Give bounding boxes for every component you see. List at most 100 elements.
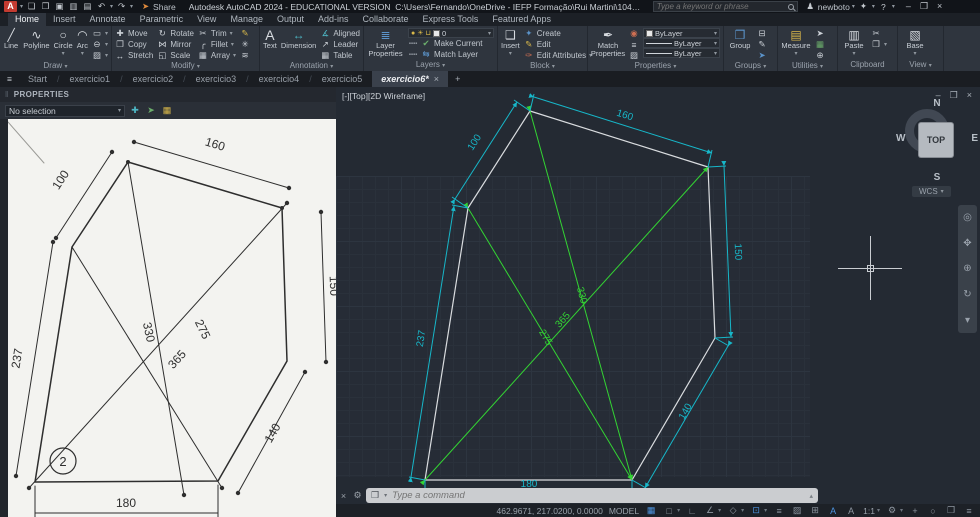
create-block-button[interactable]: ✦ Create (524, 28, 592, 39)
panel-title-clipboard[interactable]: Clipboard (838, 60, 897, 71)
search-icon[interactable] (787, 3, 794, 10)
command-recent-dropdown-icon[interactable]: ▾ (384, 492, 387, 499)
annotation-scale-button[interactable]: 1:1 (863, 506, 875, 516)
file-tab-menu-icon[interactable]: ≡ (4, 74, 15, 84)
ellipse-button[interactable]: ⊖ ▾ (92, 39, 108, 50)
palette-header[interactable]: ‖ PROPERTIES (0, 87, 336, 102)
panel-title-view[interactable]: View ▾ (898, 60, 943, 71)
tab-collaborate[interactable]: Collaborate (356, 13, 416, 26)
save-icon[interactable]: ▣ (54, 1, 65, 12)
nav-more-icon[interactable]: ▾ (965, 315, 970, 326)
hatch-button[interactable]: ▨ ▾ (92, 50, 108, 61)
apps-icon[interactable]: ✦ (858, 1, 869, 12)
viewcube[interactable]: N S W E TOP (896, 98, 978, 183)
tab-exercicio5[interactable]: exercicio5 (313, 71, 372, 87)
rectangle-button[interactable]: ▭ ▾ (92, 28, 108, 39)
zoom-icon[interactable]: ⊕ (963, 263, 971, 274)
open-file-icon[interactable]: ❒ (40, 1, 51, 12)
quick-select-button[interactable]: ➤ (815, 28, 825, 39)
mirror-button[interactable]: ⋈ Mirror (157, 39, 194, 50)
command-bar[interactable]: ❒ ▾ ▴ (366, 488, 818, 503)
color-wheel-button[interactable]: ◉ (629, 28, 639, 39)
tab-close-icon[interactable]: × (434, 71, 439, 87)
viewcube-south[interactable]: S (897, 172, 977, 183)
move-button[interactable]: ✚ Move (115, 28, 153, 39)
trim-button[interactable]: ✂ Trim ▾ (198, 28, 236, 39)
dimension-button[interactable]: ↔ Dimension (281, 28, 316, 50)
ungroup-button[interactable]: ⊟ (757, 28, 767, 39)
reference-image[interactable]: 160 100 150 237 140 180 330 275 365 2 (7, 119, 341, 517)
viewcube-west[interactable]: W (896, 133, 905, 144)
linetype-combo[interactable]: ByLayer ▾ (643, 48, 720, 58)
copy-clip-button[interactable]: ❐ ▾ (871, 39, 887, 50)
share-button[interactable]: ➤ Share (140, 1, 176, 12)
quick-calc-button[interactable]: ▦ (815, 39, 825, 50)
app-menu-dropdown-icon[interactable]: ▾ (20, 3, 23, 10)
copy-button[interactable]: ❐ Copy (115, 39, 153, 50)
annotation-monitor-icon[interactable]: + (909, 506, 921, 516)
command-prompt-icon[interactable]: ❒ (371, 490, 379, 501)
leader-button[interactable]: ↗ Leader (320, 39, 360, 50)
layer-properties-button[interactable]: ≣ Layer Properties (367, 28, 404, 58)
id-point-button[interactable]: ⊕ (815, 50, 825, 61)
match-layer-button[interactable]: ▪▪▪▪ ⇆ Match Layer (408, 49, 494, 60)
account-menu[interactable]: ♟ newboto ▾ (805, 1, 854, 12)
rotate-button[interactable]: ↻ Rotate (157, 28, 194, 39)
base-button[interactable]: ▧ Base ▾ (901, 28, 929, 58)
redo-dropdown-icon[interactable]: ▾ (130, 3, 133, 10)
tab-addins[interactable]: Add-ins (311, 13, 356, 26)
explode-button[interactable]: ✳ (240, 39, 250, 50)
command-expand-icon[interactable]: ▴ (809, 492, 813, 500)
viewcube-east[interactable]: E (971, 133, 978, 144)
apps-dropdown-icon[interactable]: ▾ (872, 3, 875, 10)
tab-output[interactable]: Output (270, 13, 311, 26)
object-snap-icon[interactable]: ⊡ (750, 505, 762, 516)
arc-dropdown-icon[interactable]: ▾ (81, 50, 84, 58)
model-space-button[interactable]: MODEL (609, 506, 639, 516)
table-button[interactable]: ▦ Table (320, 50, 360, 61)
pan-icon[interactable]: ✥ (963, 238, 971, 249)
new-file-icon[interactable]: ❏ (26, 1, 37, 12)
edit-block-button[interactable]: ✎ Edit (524, 39, 592, 50)
group-button[interactable]: ❒ Group (727, 28, 753, 50)
fillet-button[interactable]: ╭ Fillet ▾ (198, 39, 236, 50)
isodraft-dropdown-icon[interactable]: ▾ (741, 507, 744, 514)
palette-grip-icon[interactable]: ‖ (5, 90, 9, 99)
polyline-button[interactable]: ∿ Polyline (23, 28, 49, 50)
undo-icon[interactable]: ↶ (96, 1, 107, 12)
command-input[interactable] (392, 490, 805, 501)
erase-button[interactable]: ✎ (240, 28, 250, 39)
snap-dropdown-icon[interactable]: ▾ (677, 507, 680, 514)
nav-wheel-icon[interactable]: ◎ (963, 212, 972, 223)
help-icon[interactable]: ? (878, 2, 889, 12)
circle-button[interactable]: ○ Circle ▾ (54, 28, 73, 58)
toggle-pickadd-icon[interactable]: ✚ (129, 105, 141, 116)
tab-exercicio4[interactable]: exercicio4 (250, 71, 309, 87)
cut-button[interactable]: ✂ (871, 28, 887, 39)
orbit-icon[interactable]: ↻ (963, 289, 971, 300)
array-button[interactable]: ▦ Array ▾ (198, 50, 236, 61)
panel-title-utilities[interactable]: Utilities ▾ (778, 61, 837, 72)
isodraft-icon[interactable]: ◇ (727, 505, 739, 516)
command-customize-icon[interactable]: ⚙ (352, 490, 363, 501)
panel-title-layers[interactable]: Layers ▾ (364, 60, 497, 71)
transparency-toggle-icon[interactable]: ▨ (791, 505, 803, 516)
lineweight-list-button[interactable]: ≡ (629, 39, 639, 50)
help-dropdown-icon[interactable]: ▾ (892, 3, 895, 10)
selection-cycling-icon[interactable]: ⊞ (809, 505, 821, 516)
undo-dropdown-icon[interactable]: ▾ (110, 3, 113, 10)
plot-icon[interactable]: ▤ (82, 1, 93, 12)
circle-dropdown-icon[interactable]: ▾ (62, 50, 65, 58)
tab-start[interactable]: Start (19, 71, 56, 87)
transparency-button[interactable]: ▨ (629, 50, 639, 61)
match-properties-button[interactable]: ✒ Match Properties (591, 28, 625, 58)
command-close-icon[interactable]: × (338, 491, 349, 501)
autoscale-icon[interactable]: A (845, 506, 857, 516)
scale-button[interactable]: ◱ Scale (157, 50, 194, 61)
close-button[interactable]: × (937, 1, 942, 12)
ucs-dropdown[interactable]: WCS ▾ (912, 186, 951, 197)
quick-calculator-icon[interactable]: ▦ (161, 105, 173, 116)
help-search-input[interactable] (656, 2, 785, 11)
object-color-combo[interactable]: ByLayer ▾ (643, 28, 720, 38)
polar-tracking-icon[interactable]: ∠ (704, 505, 716, 516)
